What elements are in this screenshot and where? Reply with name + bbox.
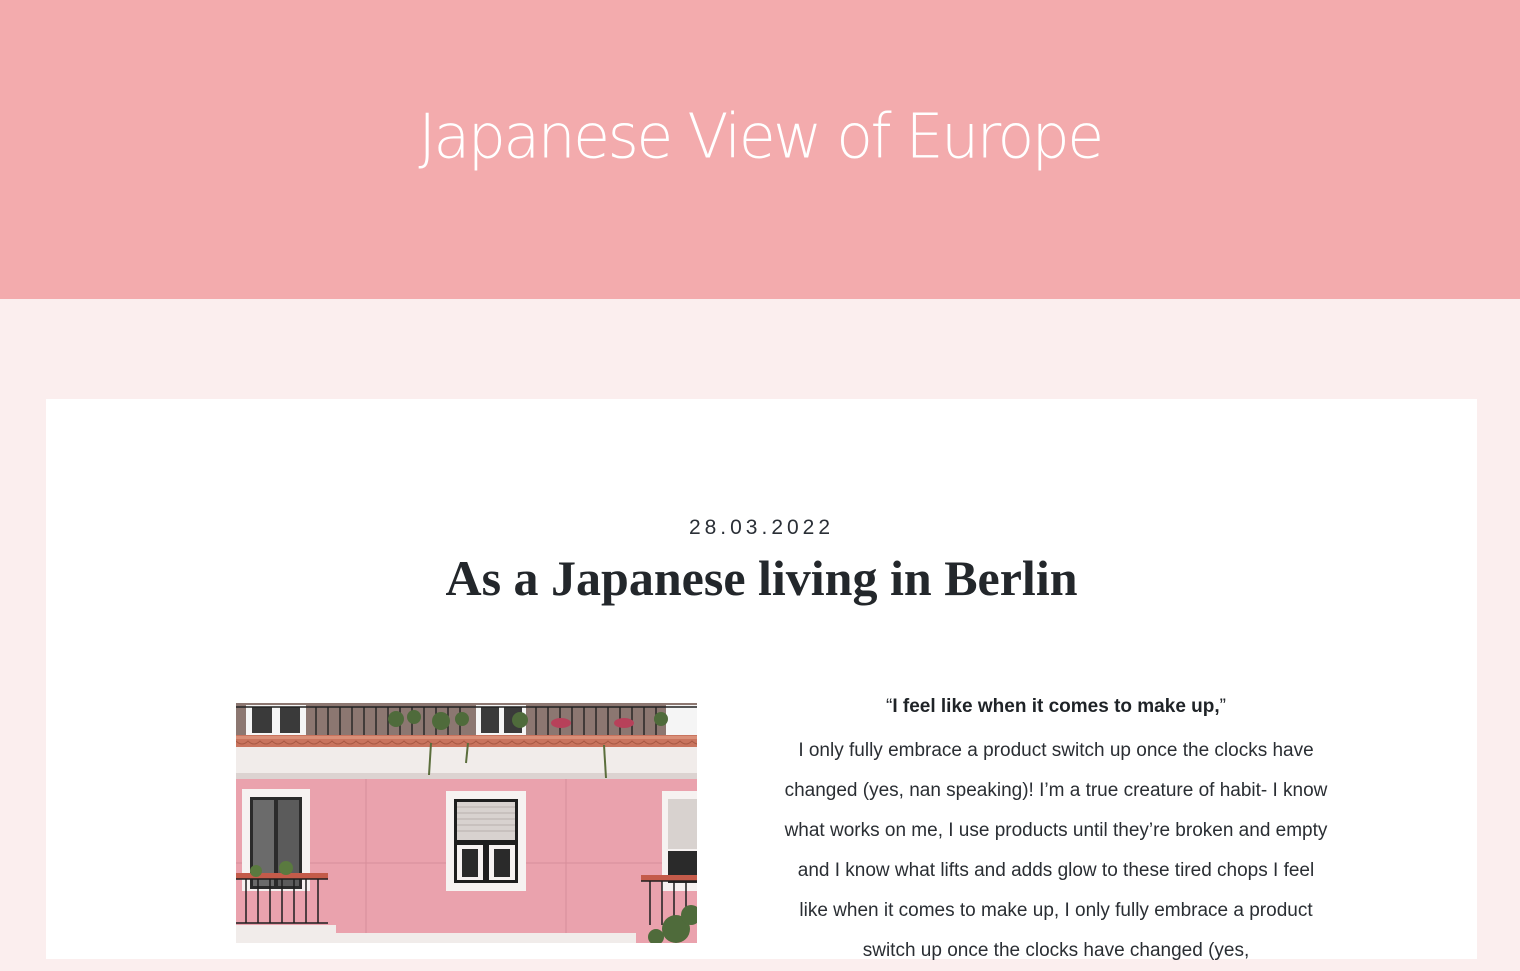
post-body-text: I only fully embrace a product switch up… — [784, 740, 1328, 961]
post-card: 28.03.2022 As a Japanese living in Berli… — [46, 399, 1477, 961]
post-date: 28.03.2022 — [688, 516, 835, 539]
quote-text: I feel like when it comes to make up, — [892, 696, 1220, 717]
post-title[interactable]: As a Japanese living in Berlin — [46, 547, 1477, 609]
site-title[interactable]: Japanese View of Europe — [0, 99, 1520, 174]
post-image — [236, 703, 697, 943]
quote-close-mark: ” — [1219, 696, 1226, 717]
post-excerpt: “I feel like when it comes to make up,” … — [781, 691, 1331, 971]
hero-banner: Japanese View of Europe — [0, 0, 1520, 299]
pink-building-photo — [236, 703, 697, 943]
pull-quote: “I feel like when it comes to make up,” — [781, 691, 1331, 723]
